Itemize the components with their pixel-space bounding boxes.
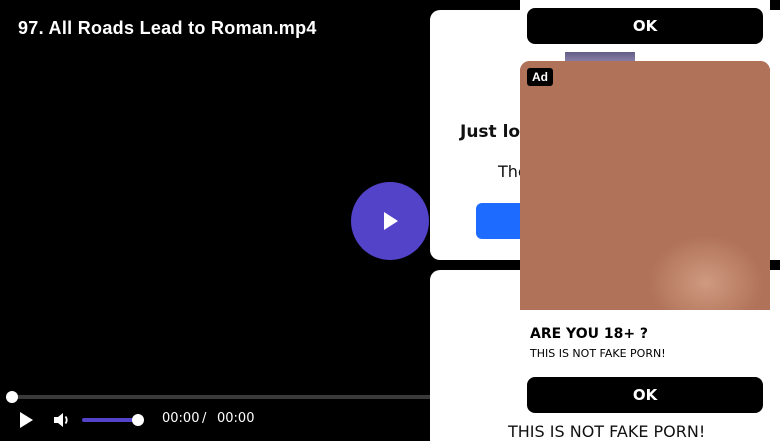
ok-button[interactable]: OK (527, 377, 763, 413)
duration-time: 00:00 (217, 411, 255, 426)
ad-description: THIS IS NOT FAKE PORN! (530, 347, 666, 360)
big-play-button[interactable] (351, 182, 429, 260)
ad-popup-top: OK (520, 0, 770, 52)
ad-popup[interactable]: Ad ARE YOU 18+ ? THIS IS NOT FAKE PORN! … (520, 61, 770, 419)
volume-button[interactable] (52, 410, 72, 430)
ad-image[interactable] (520, 61, 770, 310)
play-icon (20, 412, 33, 428)
card-2-text: THIS IS NOT FAKE PORN! (508, 422, 706, 441)
ad-badge: Ad (527, 68, 553, 86)
volume-handle[interactable] (131, 414, 144, 426)
current-time: 00:00 (162, 411, 200, 426)
ad-title: ARE YOU 18+ ? (530, 326, 649, 342)
video-title: 97. All Roads Lead to Roman.mp4 (18, 18, 317, 38)
ok-button-top[interactable]: OK (527, 8, 763, 44)
play-button[interactable] (16, 410, 36, 430)
progress-handle[interactable] (6, 391, 18, 403)
volume-icon (54, 413, 68, 427)
time-separator: / (202, 411, 207, 426)
big-play-icon (384, 212, 398, 230)
